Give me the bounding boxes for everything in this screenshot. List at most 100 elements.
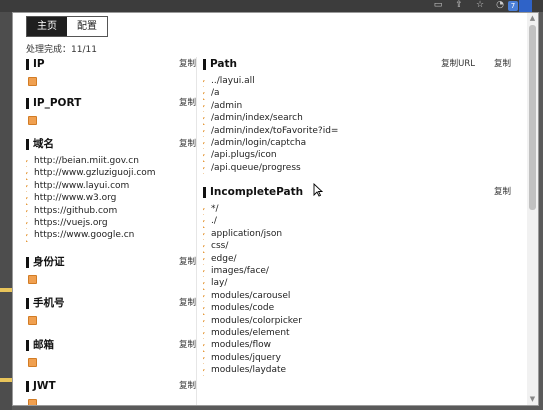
background-highlight: [0, 378, 12, 382]
result-section: JWT 复制: [26, 379, 196, 405]
list-item[interactable]: https://github.com: [26, 205, 196, 217]
section-header: 邮箱 复制: [26, 338, 196, 353]
profile-icon[interactable]: ◔: [494, 0, 506, 11]
section-title: Path: [210, 58, 237, 70]
result-section: Path 复制URL 复制 ../layui.all/a/admin/admin/in…: [203, 57, 511, 174]
list-item[interactable]: https://vuejs.org: [26, 217, 196, 229]
list-item[interactable]: modules/laydate: [203, 364, 511, 376]
section-header: JWT 复制: [26, 379, 196, 394]
section-header: 身份证 复制: [26, 255, 196, 270]
copy-button[interactable]: 复制: [179, 380, 196, 393]
list-item[interactable]: */: [203, 203, 511, 215]
section-title: 手机号: [33, 297, 65, 309]
list-item[interactable]: https://www.google.cn: [26, 229, 196, 241]
result-list: http://beian.miit.gov.cn http://www.gzluz…: [26, 155, 196, 242]
result-section: 邮箱 复制: [26, 338, 196, 367]
section-header: 手机号 复制: [26, 296, 196, 311]
result-section: IP 复制: [26, 57, 196, 86]
result-section: 手机号 复制: [26, 296, 196, 325]
result-section: IP_PORT 复制: [26, 96, 196, 125]
copy-button[interactable]: 复制: [179, 256, 196, 269]
copy-button[interactable]: 复制: [179, 138, 196, 151]
copy-url-button[interactable]: 复制URL: [441, 58, 475, 71]
section-header: 域名 复制: [26, 137, 196, 152]
extension-icon[interactable]: ▭: [432, 0, 444, 11]
section-marker: [26, 340, 29, 351]
copy-button[interactable]: 复制: [179, 339, 196, 352]
background-highlight: [0, 288, 12, 292]
copy-button[interactable]: 复制: [494, 58, 511, 71]
list-item[interactable]: http://www.layui.com: [26, 180, 196, 192]
list-item[interactable]: /admin: [203, 100, 511, 112]
tab-settings[interactable]: 配置: [67, 17, 107, 36]
list-item[interactable]: edge/: [203, 253, 511, 265]
section-marker: [203, 59, 206, 70]
section-marker: [26, 98, 29, 109]
list-item[interactable]: modules/element: [203, 327, 511, 339]
result-list: ../layui.all/a/admin/admin/index/search /…: [203, 75, 511, 174]
section-header: IncompletePath 复制: [203, 185, 511, 200]
section-title: IP: [33, 58, 45, 70]
list-item[interactable]: ../layui.all: [203, 75, 511, 87]
share-icon[interactable]: ⇪: [453, 0, 465, 11]
scroll-down-arrow-icon[interactable]: ▼: [527, 394, 538, 405]
column-divider: [196, 57, 197, 405]
section-title: IP_PORT: [33, 97, 82, 109]
result-list: */./application/json css/edge/images/face…: [203, 203, 511, 376]
extension-badge: 7: [508, 1, 518, 11]
empty-result-icon: [28, 116, 37, 125]
empty-result-icon: [28, 316, 37, 325]
list-item[interactable]: modules/jquery: [203, 352, 511, 364]
list-item[interactable]: modules/carousel: [203, 290, 511, 302]
vertical-scrollbar[interactable]: ▲ ▼: [527, 13, 538, 405]
section-marker: [26, 257, 29, 268]
list-item[interactable]: http://beian.miit.gov.cn: [26, 155, 196, 167]
tab-home[interactable]: 主页: [27, 17, 67, 36]
progress-status: 处理完成：11/11: [26, 45, 97, 55]
section-header: IP_PORT 复制: [26, 96, 196, 111]
copy-button[interactable]: 复制: [179, 297, 196, 310]
result-section: IncompletePath 复制 */./application/json css/…: [203, 185, 511, 376]
list-item[interactable]: lay/: [203, 277, 511, 289]
list-item[interactable]: /api.plugs/icon: [203, 149, 511, 161]
copy-button[interactable]: 复制: [179, 97, 196, 110]
empty-result-icon: [28, 399, 37, 405]
list-item[interactable]: css/: [203, 240, 511, 252]
list-item[interactable]: /admin/index/search: [203, 112, 511, 124]
section-title: 身份证: [33, 256, 65, 268]
list-item[interactable]: http://www.w3.org: [26, 192, 196, 204]
background-page-edge: [0, 12, 12, 410]
section-marker: [26, 59, 29, 70]
list-item[interactable]: images/face/: [203, 265, 511, 277]
list-item[interactable]: http://www.gzluziguoji.com: [26, 167, 196, 179]
list-item[interactable]: /admin/login/captcha: [203, 137, 511, 149]
section-marker: [26, 298, 29, 309]
list-item[interactable]: /a: [203, 87, 511, 99]
list-item[interactable]: application/json: [203, 228, 511, 240]
active-extension-icon[interactable]: [519, 0, 532, 12]
extension-popup: 主页 配置 处理完成：11/11 IP 复制 IP_PORT 复制 域名 复制 http://…: [12, 12, 539, 406]
list-item[interactable]: modules/code: [203, 302, 511, 314]
section-title: 域名: [33, 138, 54, 150]
section-marker: [26, 381, 29, 392]
tab-bar: 主页 配置: [26, 16, 108, 37]
section-marker: [203, 187, 206, 198]
copy-button[interactable]: 复制: [494, 186, 511, 199]
list-item[interactable]: modules/colorpicker: [203, 315, 511, 327]
scroll-up-arrow-icon[interactable]: ▲: [527, 13, 538, 24]
section-header: IP 复制: [26, 57, 196, 72]
list-item[interactable]: /admin/index/toFavorite?id=: [203, 125, 511, 137]
section-marker: [26, 139, 29, 150]
list-item[interactable]: /api.queue/progress: [203, 162, 511, 174]
result-section: 域名 复制 http://beian.miit.gov.cn http://www.g…: [26, 137, 196, 242]
star-icon[interactable]: ☆: [474, 0, 486, 11]
list-item[interactable]: ./: [203, 215, 511, 227]
section-title: 邮箱: [33, 339, 54, 351]
empty-result-icon: [28, 275, 37, 284]
scroll-thumb[interactable]: [529, 25, 536, 210]
copy-button[interactable]: 复制: [179, 58, 196, 71]
section-title: JWT: [33, 380, 56, 392]
section-title: IncompletePath: [210, 186, 304, 198]
section-header: Path 复制URL 复制: [203, 57, 511, 72]
list-item[interactable]: modules/flow: [203, 339, 511, 351]
